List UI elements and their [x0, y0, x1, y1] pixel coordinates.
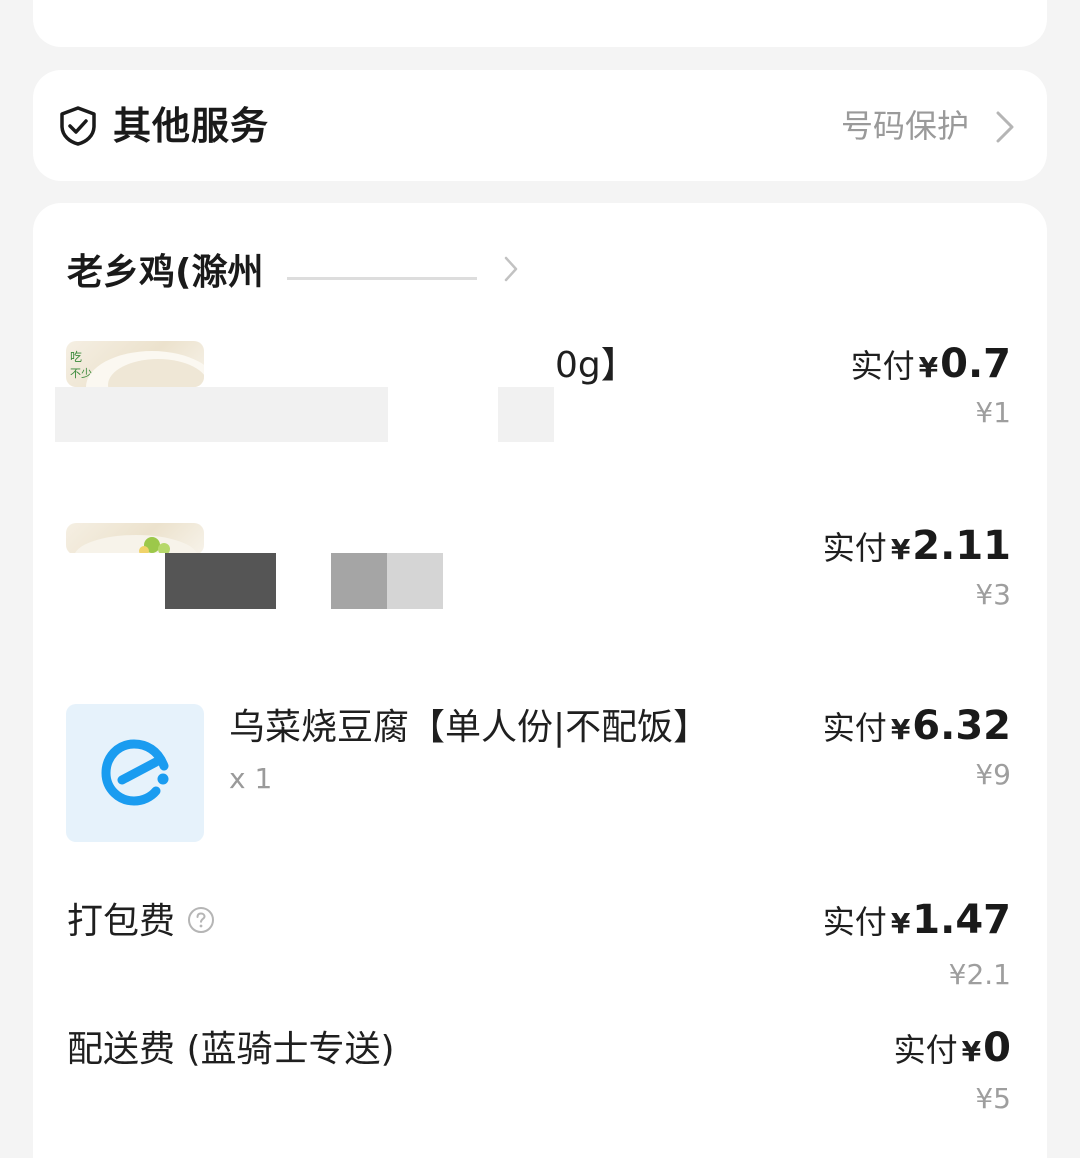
packaging-fee-pay-amount: 实付 ¥1.47: [822, 897, 1011, 943]
item-original-price: ¥1: [975, 396, 1011, 429]
item-original-price: ¥9: [975, 758, 1011, 791]
redacted-item-name: [165, 553, 276, 609]
packaging-fee-row: 打包费 实付 ¥1.47 ¥2.1: [33, 897, 1047, 997]
item-thumbnail: [66, 523, 204, 555]
other-services-title: 其他服务: [113, 104, 270, 148]
store-chevron-right-icon[interactable]: [503, 255, 519, 283]
redacted-item-name: [331, 553, 387, 609]
order-item[interactable]: 乌菜烧豆腐【单人份|不配饭】 x 1 实付 ¥6.32 ¥9: [33, 703, 1047, 843]
redacted-item-name: [387, 553, 443, 609]
dish-image: [74, 535, 198, 555]
item-original-price: ¥3: [975, 578, 1011, 611]
number-protection-link[interactable]: 号码保护: [841, 104, 969, 148]
item-thumbnail: 吃 不少: [66, 341, 204, 387]
packaging-fee-label-wrap: 打包费: [67, 897, 215, 947]
store-name[interactable]: 老乡鸡(滁州: [67, 249, 263, 297]
other-services-card[interactable]: 其他服务 号码保护: [33, 70, 1047, 181]
thumb-text: 吃: [70, 350, 82, 364]
order-item[interactable]: 吃 不少 0g】 实付 ¥0.7 ¥1: [33, 341, 1047, 451]
item-name: 乌菜烧豆腐【单人份|不配饭】: [229, 707, 710, 748]
packaging-fee-label: 打包费: [67, 901, 176, 942]
redacted-item-name: [33, 553, 165, 609]
redacted-store-name: [279, 255, 485, 295]
redaction-mark: [287, 277, 477, 280]
shield-check-icon: [60, 106, 96, 146]
svg-text:不少: 不少: [70, 367, 92, 380]
previous-card: [33, 0, 1047, 47]
eleme-logo-icon: [101, 739, 169, 806]
rice-image: 吃 不少: [70, 350, 204, 387]
order-detail-page: 其他服务 号码保护 老乡鸡(滁州 吃 不少 0g】 实付 ¥0.7 ¥1 实付 …: [0, 0, 1080, 1158]
item-pay-amount: 实付 ¥2.11: [822, 523, 1011, 569]
delivery-fee-label: 配送费 (蓝骑士专送): [67, 1029, 395, 1070]
item-thumbnail: [66, 704, 204, 842]
help-circle-icon[interactable]: [187, 906, 215, 934]
chevron-right-icon[interactable]: [995, 110, 1015, 144]
order-item[interactable]: 实付 ¥2.11 ¥3: [33, 523, 1047, 613]
item-name: 0g】: [555, 345, 637, 386]
order-card: 老乡鸡(滁州 吃 不少 0g】 实付 ¥0.7 ¥1 实付 ¥2.11 ¥3 乌…: [33, 203, 1047, 1158]
redacted-item-name: [55, 387, 388, 442]
redacted-item-name: [498, 387, 554, 442]
packaging-fee-original-price: ¥2.1: [948, 958, 1011, 991]
item-pay-amount: 实付 ¥0.7: [850, 341, 1011, 387]
delivery-fee-original-price: ¥5: [975, 1082, 1011, 1115]
delivery-fee-row: 配送费 (蓝骑士专送) 实付 ¥0 ¥5: [33, 1025, 1047, 1125]
item-quantity: x 1: [229, 762, 273, 795]
delivery-fee-pay-amount: 实付 ¥0: [893, 1025, 1011, 1071]
item-pay-amount: 实付 ¥6.32: [822, 703, 1011, 749]
